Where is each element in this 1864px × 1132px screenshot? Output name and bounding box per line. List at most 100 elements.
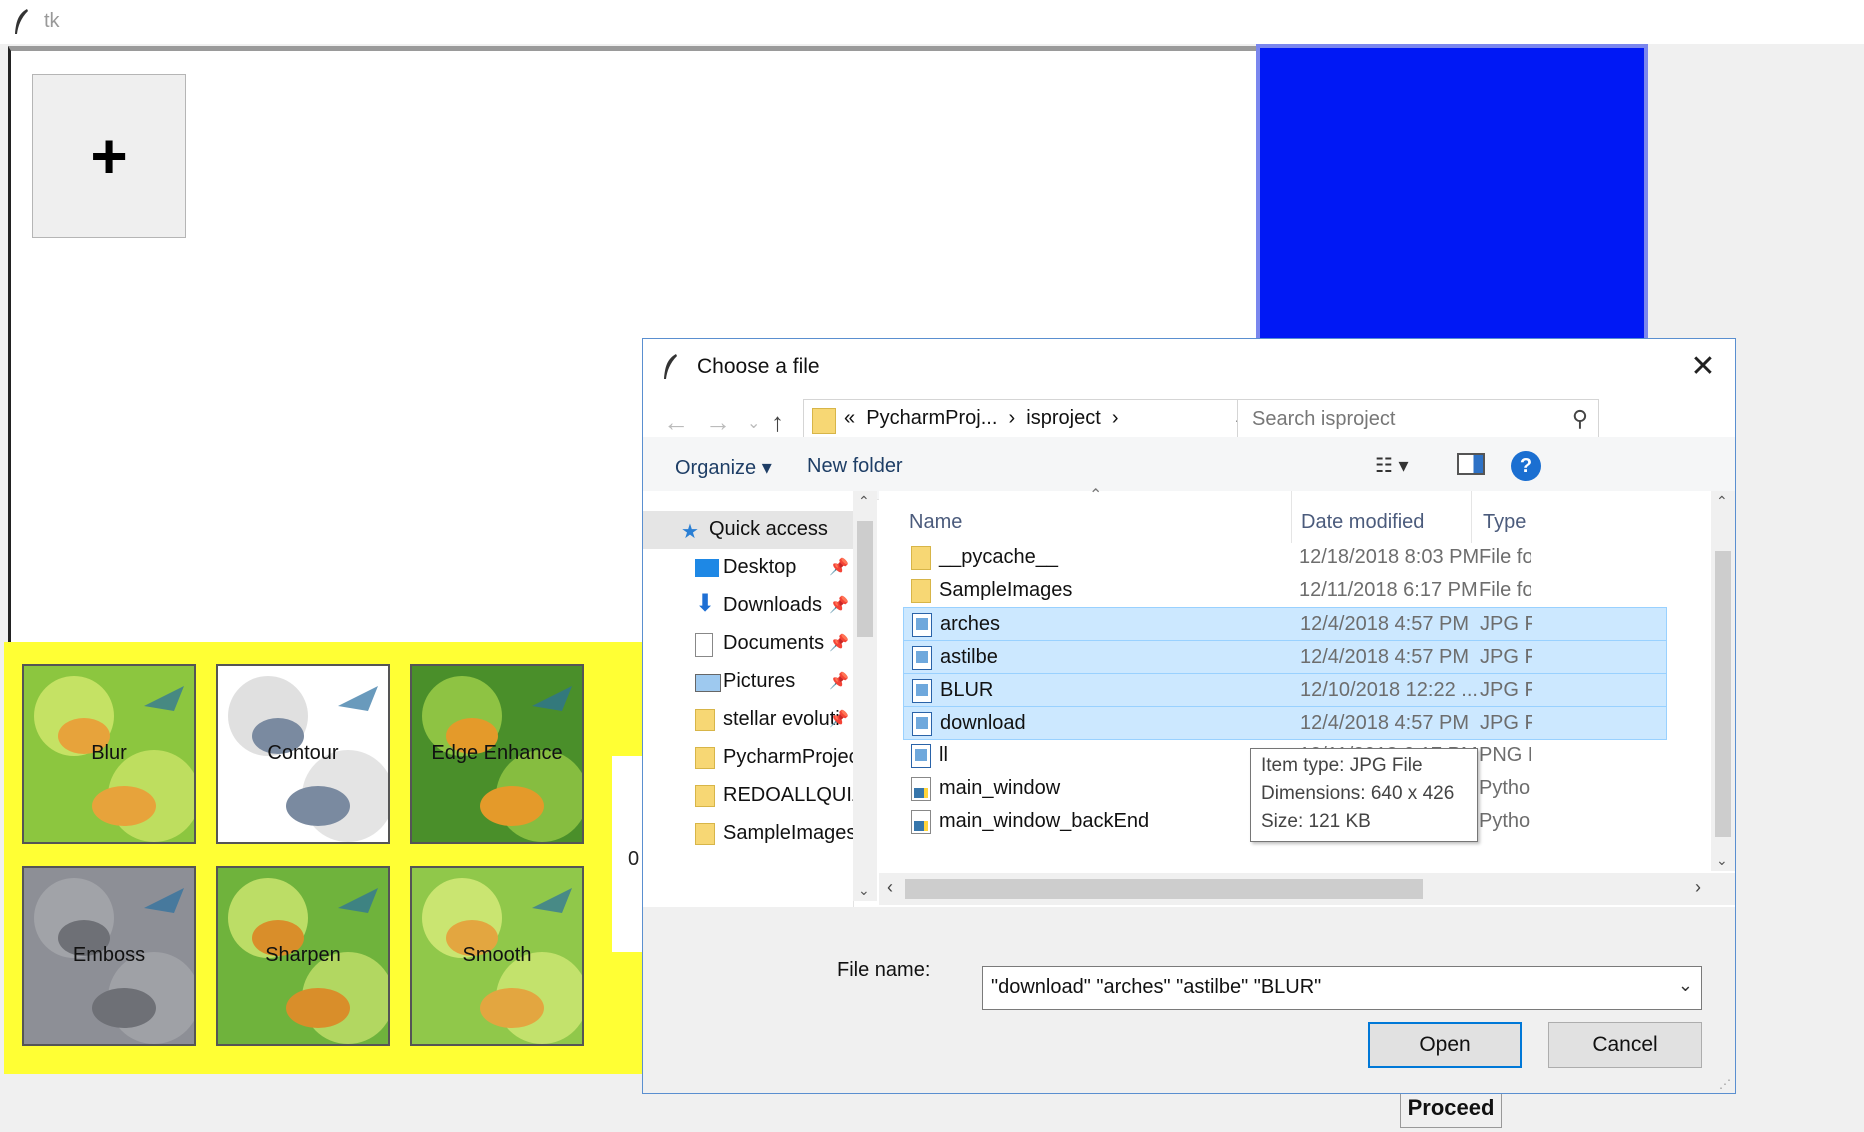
cancel-button[interactable]: Cancel [1548, 1022, 1702, 1068]
column-header-type[interactable]: Type [1483, 511, 1526, 534]
pin-icon: 📌 [829, 635, 849, 652]
address-bar[interactable]: « PycharmProj... › isproject › ⌄ ↻ [803, 399, 1299, 441]
nav-item-folder[interactable]: stellar evoluti 📌 [643, 701, 855, 739]
image-icon [912, 679, 932, 703]
nav-item-downloads[interactable]: ⬇ Downloads 📌 [643, 587, 855, 625]
file-name-input[interactable]: "download" "arches" "astilbe" "BLUR" ⌄ [982, 966, 1702, 1010]
file-row[interactable]: __pycache__ 12/18/2018 8:03 PMFile fol [903, 541, 1667, 575]
nav-item-quick-access[interactable]: ★ Quick access [643, 511, 855, 549]
nav-item-folder[interactable]: SampleImages [643, 815, 855, 853]
search-input[interactable]: Search isproject ⚲ [1237, 399, 1599, 441]
filter-label: Edge Enhance [431, 742, 563, 764]
folder-icon [695, 709, 715, 731]
file-tooltip: Item type: JPG File Dimensions: 640 x 42… [1250, 748, 1478, 842]
file-date: 12/4/2018 4:57 PM [1300, 613, 1470, 635]
file-name: BLUR [940, 679, 994, 701]
resize-grip-icon[interactable]: ⋰ [1719, 1077, 1731, 1091]
filter-label: Emboss [72, 944, 146, 966]
document-icon [695, 633, 713, 657]
image-icon [912, 712, 932, 736]
new-folder-button[interactable]: New folder [807, 455, 903, 478]
file-name: main_window [939, 777, 1061, 799]
scrollbar-thumb[interactable] [905, 879, 1423, 899]
image-icon [912, 613, 932, 637]
file-row[interactable]: BLUR 12/10/2018 12:22 ...JPG Fil [903, 673, 1667, 707]
scrollbar-thumb[interactable] [1715, 551, 1731, 837]
dialog-title-bar: Choose a file ✕ [643, 339, 1735, 393]
pin-icon: 📌 [829, 597, 849, 614]
download-icon: ⬇ [695, 590, 716, 617]
nav-item-label: Downloads [723, 594, 822, 616]
nav-item-documents[interactable]: Documents 📌 [643, 625, 855, 663]
file-row[interactable]: download 12/4/2018 4:57 PM JPG Fil [903, 706, 1667, 740]
add-image-button[interactable]: + [32, 74, 186, 238]
chevron-down-icon[interactable]: ⌄ [1678, 975, 1693, 996]
filter-thumbnail-smooth[interactable]: Smooth [410, 866, 584, 1046]
file-type: JPG Fil [1480, 646, 1532, 668]
file-row[interactable]: SampleImages 12/11/2018 6:17 PMFile fol [903, 574, 1667, 608]
chevron-up-icon[interactable]: ⌃ [858, 493, 870, 510]
up-arrow-icon[interactable]: ↑ [771, 407, 784, 438]
chevron-left-icon[interactable]: ‹ [887, 877, 893, 898]
file-type: File fol [1479, 579, 1531, 601]
open-button[interactable]: Open [1368, 1022, 1522, 1068]
filter-thumbnail-contour[interactable]: Contour [216, 664, 390, 844]
file-name: download [940, 712, 1026, 734]
filter-thumbnail-blur[interactable]: Blur [22, 664, 196, 844]
file-date: 12/4/2018 4:57 PM [1300, 712, 1470, 734]
file-list-scrollbar[interactable]: ⌃ ⌄ [1711, 491, 1735, 871]
filter-thumbnail-sharpen[interactable]: Sharpen [216, 866, 390, 1046]
recent-dropdown-icon[interactable]: ⌄ [747, 413, 760, 433]
nav-item-desktop[interactable]: Desktop 📌 [643, 549, 855, 587]
chevron-down-icon[interactable]: ⌄ [1716, 852, 1728, 869]
forward-arrow-icon[interactable]: → [705, 407, 731, 438]
filter-thumbnail-emboss[interactable]: Emboss [22, 866, 196, 1046]
nav-item-pictures[interactable]: Pictures 📌 [643, 663, 855, 701]
file-name: astilbe [940, 646, 998, 668]
file-type: JPG Fil [1480, 613, 1532, 635]
file-name-value: "download" "arches" "astilbe" "BLUR" [991, 976, 1322, 998]
file-date: 12/4/2018 4:57 PM [1300, 646, 1470, 668]
column-header-date[interactable]: Date modified [1301, 511, 1424, 534]
back-arrow-icon[interactable]: ← [663, 407, 689, 438]
proceed-button[interactable]: Proceed [1400, 1088, 1502, 1128]
column-header-name[interactable]: Name [909, 511, 962, 534]
folder-icon [695, 785, 715, 807]
scrollbar-thumb[interactable] [857, 521, 873, 637]
view-options-icon[interactable]: ☷ ▾ [1375, 453, 1409, 478]
python-icon [911, 810, 931, 834]
filter-thumbnail-edge-enhance[interactable]: Edge Enhance [410, 664, 584, 844]
nav-item-folder[interactable]: REDOALLQUIZZES [643, 777, 855, 815]
filter-label: Contour [267, 742, 339, 764]
horizontal-scrollbar[interactable]: ‹ › [879, 873, 1735, 905]
file-date: 12/10/2018 12:22 ... [1300, 679, 1478, 701]
breadcrumb-item[interactable]: PycharmProj... [866, 407, 997, 429]
nav-item-folder[interactable]: PycharmProjects [643, 739, 855, 777]
file-type: File fol [1479, 546, 1531, 568]
nav-item-label: Quick access [709, 518, 828, 540]
nav-item-label: REDOALLQUIZZES [723, 784, 855, 806]
pin-icon: 📌 [829, 711, 849, 728]
chevron-down-icon[interactable]: ⌄ [858, 882, 870, 899]
filter-label: Sharpen [265, 944, 341, 966]
file-row[interactable]: astilbe 12/4/2018 4:57 PM JPG Fil [903, 640, 1667, 674]
breadcrumb-item[interactable]: isproject [1026, 407, 1100, 429]
tooltip-size: Size: 121 KB [1261, 811, 1371, 832]
sort-arrow-icon: ⌃ [1089, 487, 1103, 504]
file-type: JPG Fil [1480, 712, 1532, 734]
folder-icon [812, 408, 836, 434]
chevron-right-icon[interactable]: › [1695, 877, 1701, 898]
nav-scrollbar[interactable]: ⌃ ⌄ [853, 491, 877, 901]
close-button[interactable]: ✕ [1683, 349, 1723, 385]
organize-button[interactable]: Organize ▾ [675, 455, 772, 480]
dialog-title: Choose a file [697, 355, 820, 378]
file-type: Pythor [1479, 777, 1531, 799]
file-date: 12/18/2018 8:03 PM [1299, 546, 1480, 568]
file-row[interactable]: arches 12/4/2018 4:57 PM JPG Fil [903, 607, 1667, 641]
help-icon[interactable]: ? [1511, 451, 1541, 481]
feather-icon [15, 9, 28, 34]
chevron-up-icon[interactable]: ⌃ [1716, 493, 1728, 510]
nav-item-label: Pictures [723, 670, 796, 692]
preview-pane-icon[interactable] [1457, 453, 1485, 475]
file-name: arches [940, 613, 1001, 635]
